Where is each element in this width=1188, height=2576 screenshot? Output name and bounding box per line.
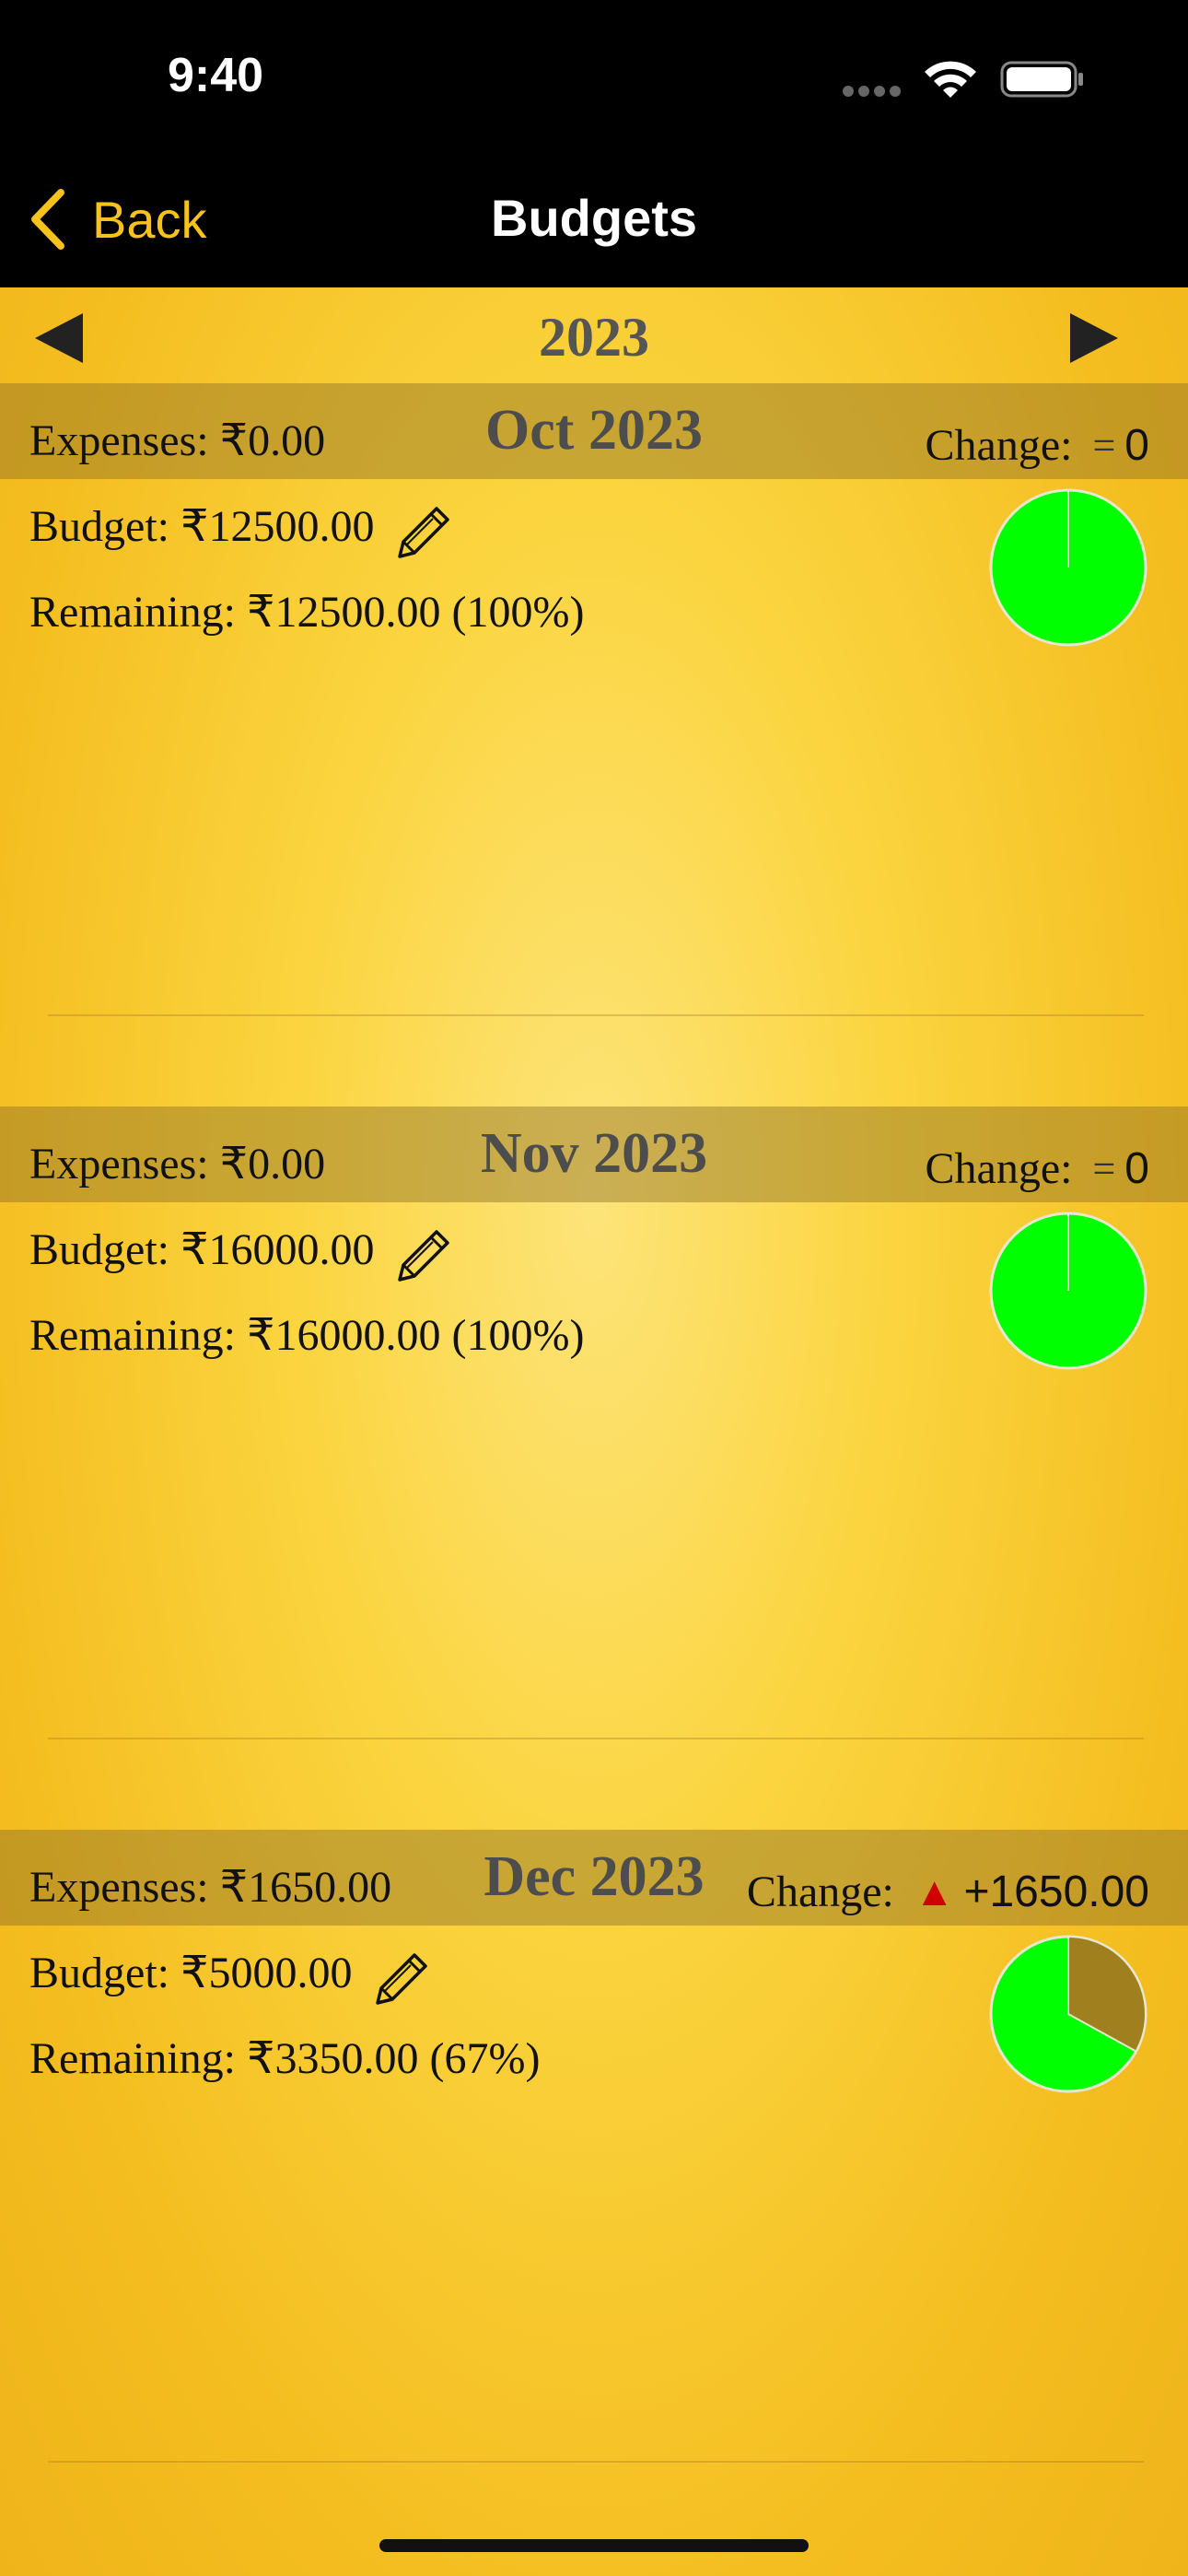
change-label: Change: xyxy=(746,1868,894,1916)
battery-icon xyxy=(1000,61,1083,98)
change-value: 0 xyxy=(1124,421,1149,470)
wifi-icon xyxy=(925,61,976,98)
divider xyxy=(48,1738,1144,1739)
page-title: Budgets xyxy=(491,189,697,247)
next-year-icon[interactable] xyxy=(1068,311,1120,365)
month-section: Oct 2023 Expenses: ₹0.00 Budget: ₹12500.… xyxy=(0,383,1188,1107)
navigation-bar: Back Budgets xyxy=(0,157,1188,287)
change-indicator: Change: ▲ +1650.00 xyxy=(747,1867,1149,1917)
budget-text: Budget: ₹12500.00 xyxy=(29,502,375,551)
month-section: Nov 2023 Expenses: ₹0.00 Budget: ₹16000.… xyxy=(0,1107,1188,1830)
status-bar: 9:40 xyxy=(0,0,1188,157)
budgets-content[interactable]: 2023 Oct 2023 Expenses: ₹0.00 Budget: ₹1… xyxy=(0,287,1188,2576)
expenses-text: Expenses: ₹0.00 xyxy=(29,416,326,465)
budget-pie-chart xyxy=(989,1935,1147,2093)
expenses-text: Expenses: ₹0.00 xyxy=(29,1140,326,1188)
home-indicator[interactable] xyxy=(379,2539,809,2552)
remaining-text: Remaining: ₹16000.00 (100%) xyxy=(29,1311,585,1360)
budget-text: Budget: ₹5000.00 xyxy=(29,1949,353,1997)
change-value: +1650.00 xyxy=(963,1868,1149,1916)
divider xyxy=(48,2461,1144,2463)
status-time: 9:40 xyxy=(168,49,264,102)
cellular-signal-icon xyxy=(843,85,907,98)
expenses-text: Expenses: ₹1650.00 xyxy=(29,1863,392,1912)
remaining-text: Remaining: ₹3350.00 (67%) xyxy=(29,2034,541,2083)
pencil-edit-icon[interactable] xyxy=(390,1224,455,1289)
up-triangle-icon: ▲ xyxy=(914,1869,955,1914)
change-indicator: Change: = 0 xyxy=(926,1143,1150,1194)
year-label: 2023 xyxy=(539,307,649,368)
equals-icon: = xyxy=(1092,1146,1116,1191)
budget-pie-chart xyxy=(989,1212,1147,1370)
month-section: Dec 2023 Expenses: ₹1650.00 Budget: ₹500… xyxy=(0,1830,1188,2553)
change-indicator: Change: = 0 xyxy=(926,420,1150,471)
budget-text: Budget: ₹16000.00 xyxy=(29,1225,375,1274)
pencil-edit-icon[interactable] xyxy=(390,501,455,566)
equals-icon: = xyxy=(1092,423,1116,468)
year-selector: 2023 xyxy=(0,287,1188,383)
remaining-text: Remaining: ₹12500.00 (100%) xyxy=(29,588,585,637)
change-label: Change: xyxy=(925,421,1073,470)
change-label: Change: xyxy=(925,1144,1073,1193)
pencil-edit-icon[interactable] xyxy=(368,1948,433,2012)
divider xyxy=(48,1014,1144,1016)
budget-pie-chart xyxy=(989,488,1147,647)
change-value: 0 xyxy=(1124,1144,1149,1193)
